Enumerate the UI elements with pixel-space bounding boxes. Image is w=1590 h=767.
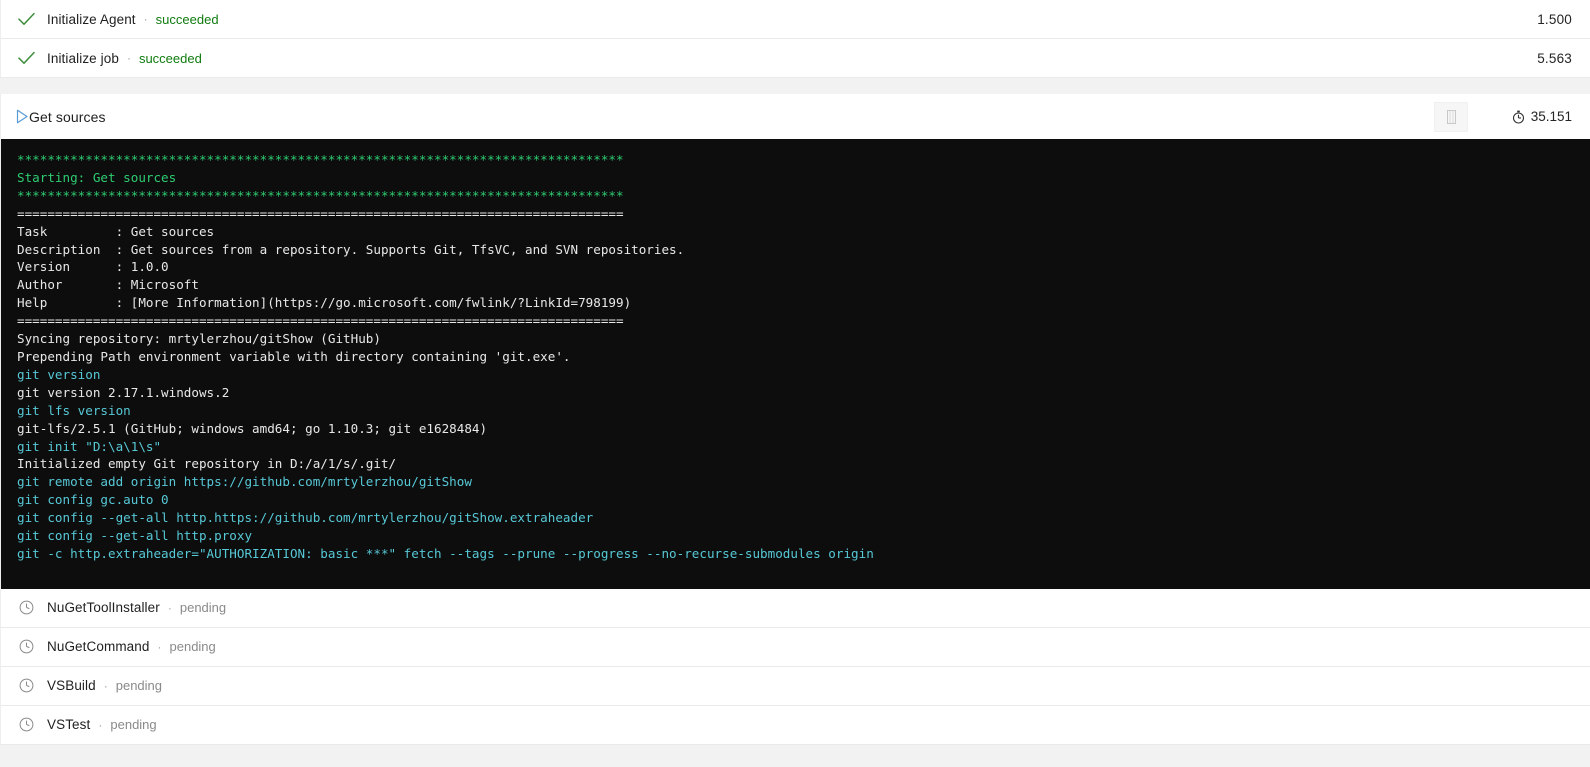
task-row[interactable]: VSBuild · pending [0,666,1590,706]
console-line: git remote add origin https://github.com… [17,474,472,490]
task-separator: · [103,678,108,693]
console-line: Task : Get sources [17,223,215,239]
console-line: Help : [More Information](https://go.mic… [17,295,632,311]
task-row[interactable]: VSTest · pending [0,705,1590,745]
task-row[interactable]: Initialize Agent · succeeded 1.500 [0,0,1590,39]
task-duration: 5.563 [1537,50,1572,66]
check-icon [15,47,37,69]
status-badge: succeeded [138,50,202,66]
console-line: git config --get-all http.https://github… [17,510,594,526]
task-duration: 1.500 [1537,11,1572,27]
task-separator: · [167,600,172,615]
stopwatch-icon [1512,110,1525,124]
console-line: git version 2.17.1.windows.2 [17,384,230,400]
pipeline-log-view: Initialize Agent · succeeded 1.500 Initializ… [0,0,1590,767]
step-duration: 35.151 [1486,109,1572,124]
task-name: Initialize Agent [47,11,136,27]
console-line: Author : Microsoft [17,277,199,293]
task-separator: · [126,51,131,65]
console-line: ========================================… [17,205,624,221]
check-icon [15,8,37,30]
console-line: git config --get-all http.proxy [17,528,253,544]
console-log-output[interactable]: ****************************************… [0,139,1590,589]
step-title: Get sources [29,108,106,125]
step-header-actions: 35.151 [1434,101,1572,132]
console-line: git init "D:\a\1\s" [17,438,162,454]
pending-steps-list: NuGetToolInstaller · pending NuGetCommand · p… [0,588,1590,745]
status-badge: pending [179,600,227,616]
task-name: NuGetCommand [47,639,150,655]
task-name: Initialize job [47,50,119,66]
console-line: git config gc.auto 0 [17,492,169,508]
task-separator: · [98,717,103,732]
step-duration-value: 35.151 [1530,109,1572,124]
console-line: Initialized empty Git repository in D:/a… [17,456,397,472]
completed-steps-list: Initialize Agent · succeeded 1.500 Initializ… [0,0,1590,78]
task-row[interactable]: NuGetCommand · pending [0,627,1590,667]
task-name: VSTest [47,717,91,733]
status-badge: succeeded [155,11,219,27]
console-line: git lfs version [17,402,131,418]
console-line: git-lfs/2.5.1 (GitHub; windows amd64; go… [17,420,488,436]
status-badge: pending [110,717,157,733]
task-row[interactable]: Initialize job · succeeded 5.563 [0,39,1590,78]
task-row[interactable]: NuGetToolInstaller · pending [0,588,1590,628]
status-badge: pending [169,639,216,655]
task-separator: · [143,12,148,26]
group-separator [0,78,1590,94]
task-name: VSBuild [47,678,96,694]
clock-icon [15,675,37,697]
step-header-get-sources[interactable]: Get sources 35.151 [0,94,1590,139]
console-line: ****************************************… [17,152,624,167]
console-line: ****************************************… [17,187,624,203]
task-name: NuGetToolInstaller [47,600,160,616]
console-line: Version : 1.0.0 [17,259,169,275]
download-log-icon[interactable] [1434,101,1468,132]
task-separator: · [157,639,162,654]
clock-icon [15,714,37,736]
console-line: Starting: Get sources [17,169,177,185]
console-line: Syncing repository: mrtylerzhou/gitShow … [17,331,381,347]
status-badge: pending [115,678,163,694]
console-line: Description : Get sources from a reposit… [17,241,685,257]
clock-icon [15,597,37,619]
play-triangle-icon [15,109,29,124]
clock-icon [15,636,37,658]
console-line: git -c http.extraheader="AUTHORIZATION: … [17,545,874,561]
console-line: Prepending Path environment variable wit… [17,348,571,364]
console-line: git version [17,366,101,382]
console-line: ========================================… [17,313,624,329]
